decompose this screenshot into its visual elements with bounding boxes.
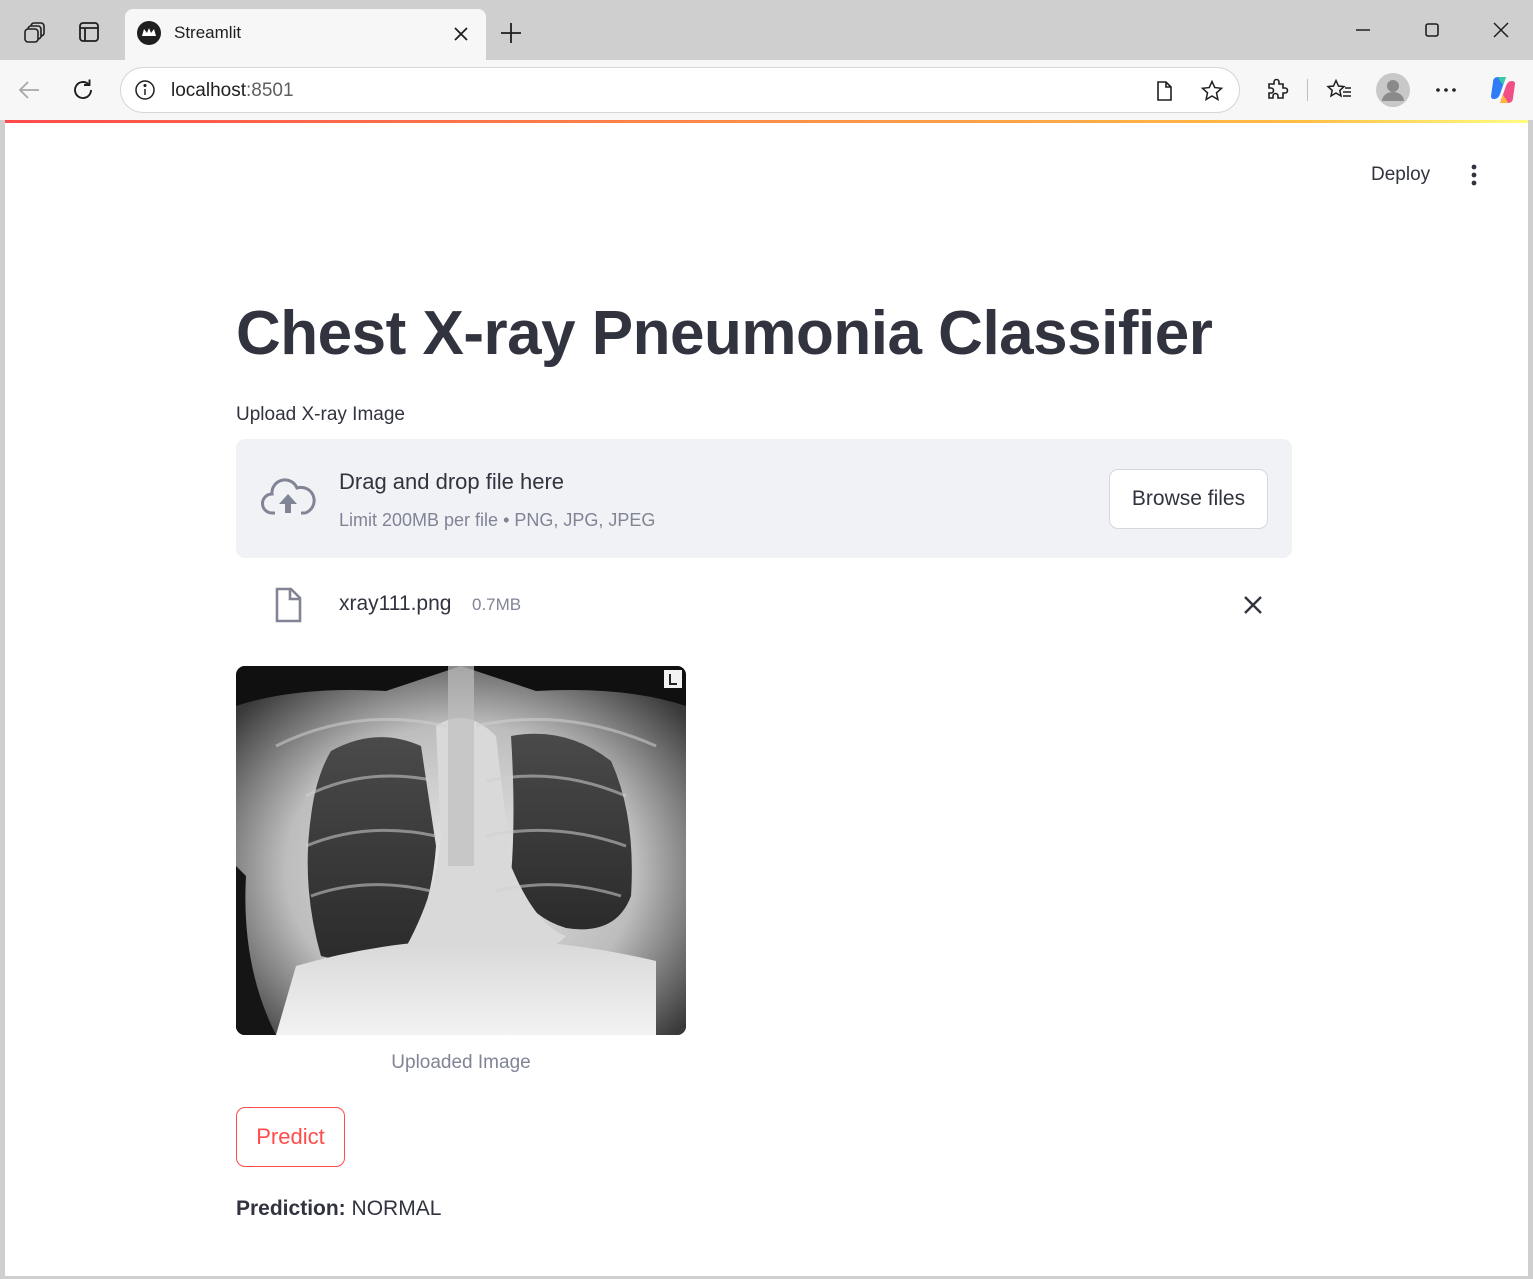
back-arrow-icon[interactable]	[11, 72, 47, 108]
tab-title: Streamlit	[174, 23, 242, 42]
more-options-icon[interactable]	[1428, 72, 1464, 108]
uploaded-file-name: xray111.png	[339, 592, 452, 615]
url-port: :8501	[246, 80, 294, 101]
favorites-icon[interactable]	[1321, 72, 1357, 108]
file-icon	[272, 586, 304, 624]
uploaded-xray-image	[236, 666, 686, 1035]
file-dropzone[interactable]: Drag and drop file here Limit 200MB per …	[236, 439, 1292, 558]
extensions-icon[interactable]	[1259, 72, 1295, 108]
dropzone-limits: Limit 200MB per file • PNG, JPG, JPEG	[339, 510, 656, 530]
close-window-icon[interactable]	[1483, 12, 1519, 48]
prediction-result: Prediction: NORMAL	[236, 1197, 441, 1221]
maximize-icon[interactable]	[1414, 12, 1450, 48]
profile-avatar-icon[interactable]	[1375, 72, 1411, 108]
tab-close-icon[interactable]	[448, 21, 474, 47]
predict-button[interactable]: Predict	[236, 1107, 345, 1167]
uploaded-file-size: 0.7MB	[472, 595, 522, 614]
reading-view-icon[interactable]	[1151, 78, 1177, 104]
minimize-icon[interactable]	[1345, 12, 1381, 48]
site-info-icon[interactable]	[133, 78, 157, 102]
copilot-icon[interactable]	[1485, 72, 1521, 108]
browser-tab-bar: Streamlit	[0, 0, 1533, 60]
streamlit-favicon-icon	[137, 21, 161, 45]
prediction-value: NORMAL	[351, 1197, 442, 1220]
uploader-label: Upload X-ray Image	[236, 404, 405, 425]
decoration-bar	[5, 120, 1528, 123]
new-tab-icon[interactable]	[494, 16, 528, 50]
browser-tab-streamlit[interactable]: Streamlit	[125, 9, 486, 60]
uploaded-file-row: xray111.png 0.7MB	[236, 580, 1292, 630]
dropzone-instructions: Drag and drop file here	[339, 469, 565, 494]
reload-icon[interactable]	[65, 72, 101, 108]
toolbar-divider	[1307, 79, 1308, 101]
address-bar[interactable]: localhost:8501	[120, 67, 1240, 113]
deploy-button[interactable]: Deploy	[1357, 158, 1444, 192]
main-menu-icon[interactable]	[1457, 158, 1491, 192]
cloud-upload-icon	[260, 478, 316, 520]
browse-files-button[interactable]: Browse files	[1109, 469, 1268, 529]
url-text: localhost:8501	[171, 80, 294, 102]
tab-actions-icon[interactable]	[71, 14, 107, 50]
prediction-label: Prediction:	[236, 1197, 346, 1220]
url-host: localhost	[171, 80, 246, 101]
page-title: Chest X-ray Pneumonia Classifier	[236, 299, 1213, 368]
image-caption: Uploaded Image	[391, 1052, 531, 1073]
workspaces-icon[interactable]	[17, 14, 53, 50]
remove-file-icon[interactable]	[1239, 591, 1267, 619]
streamlit-app: Deploy Chest X-ray Pneumonia Classifier …	[5, 120, 1528, 1276]
browser-toolbar: localhost:8501	[0, 60, 1533, 120]
favorite-star-icon[interactable]	[1199, 78, 1225, 104]
